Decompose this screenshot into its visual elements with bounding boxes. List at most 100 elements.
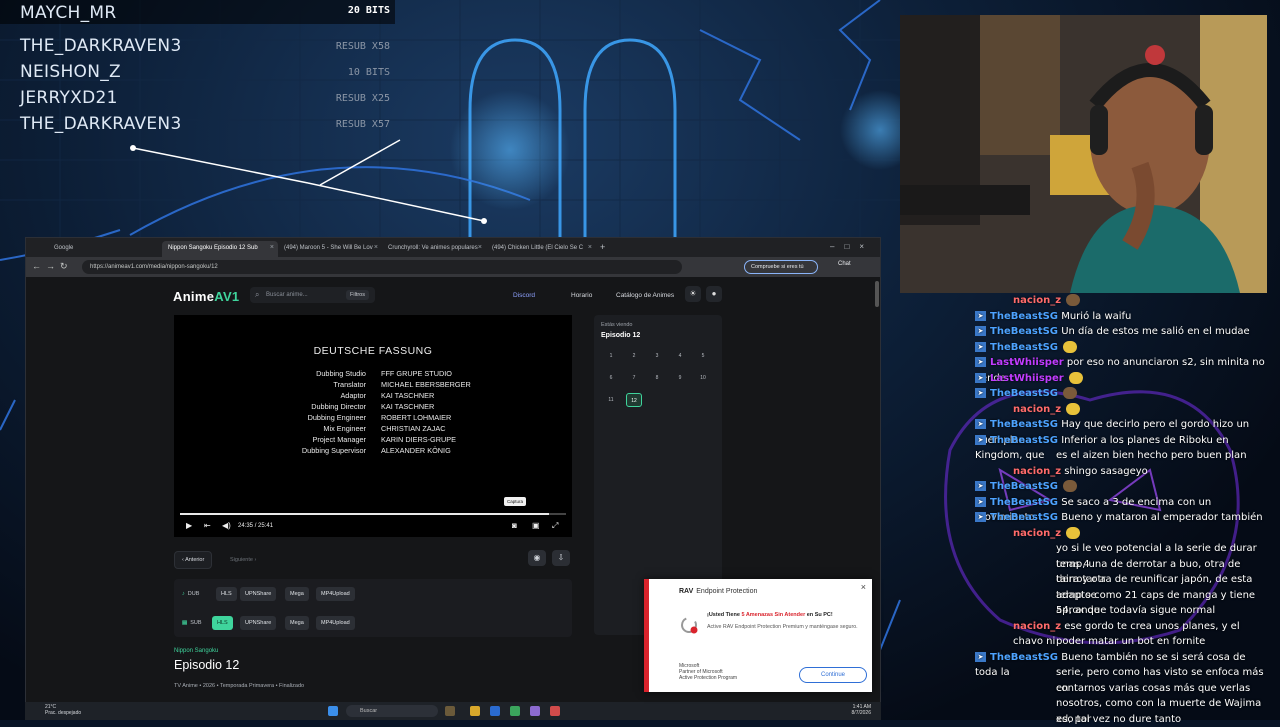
site-logo[interactable]: AnimeAV1 (173, 289, 239, 304)
close-icon[interactable]: × (374, 244, 378, 251)
new-tab-button[interactable]: + (598, 241, 612, 257)
server-button[interactable]: MP4Upload (316, 587, 355, 601)
episode-item-11[interactable]: 11 (603, 393, 619, 407)
sub-badge-icon: ➤ (975, 311, 986, 321)
sub-badge-icon: ➤ (975, 435, 986, 445)
search-input[interactable]: ⌕Buscar anime...Filtros (250, 287, 375, 303)
server-button[interactable]: Mega (285, 616, 309, 630)
chat-username[interactable]: TheBeastSG (990, 435, 1058, 446)
app-icon[interactable] (550, 706, 560, 716)
progress-bar[interactable] (180, 513, 566, 515)
camera-icon[interactable]: ◙ (512, 521, 517, 530)
volume-icon[interactable]: ◀) (222, 521, 231, 530)
eye-icon[interactable]: ◉ (528, 550, 546, 566)
chat-username[interactable]: TheBeastSG (990, 419, 1058, 430)
time-readout: 24:35 / 25:41 (238, 523, 273, 529)
tab-google[interactable]: Google (48, 241, 162, 257)
back-icon[interactable]: ← (32, 261, 41, 271)
nav-discord[interactable]: Discord (513, 292, 535, 299)
series-name[interactable]: Nippon Sangoku (174, 648, 218, 654)
episode-item-3[interactable]: 3 (649, 349, 665, 363)
chrome-icon[interactable] (510, 706, 520, 716)
weather-widget[interactable]: 21°CPrac. despejado (45, 704, 81, 716)
continue-button[interactable]: Continue (799, 667, 867, 683)
tab-crunchyroll[interactable]: Crunchyroll: Ve animes populares× (382, 241, 486, 257)
episode-item-7[interactable]: 7 (626, 371, 642, 385)
chat-username[interactable]: LastWhiisper (990, 357, 1064, 368)
credit-role: Dubbing Engineer (308, 413, 366, 422)
chat-button[interactable]: Chat (838, 261, 851, 267)
theme-toggle-icon[interactable]: ☀ (685, 286, 701, 302)
server-button[interactable]: UPNShare (240, 587, 276, 601)
app-icon[interactable] (530, 706, 540, 716)
popup-title-alert: 5 Amenazas Sin Atender (741, 612, 805, 618)
server-button[interactable]: HLS (216, 587, 237, 601)
skip-icon[interactable]: ⇤ (204, 521, 211, 530)
credit-role: Translator (333, 380, 366, 389)
nav-catalogo[interactable]: Catálogo de Animes (616, 292, 674, 299)
chat-username[interactable]: TheBeastSG (990, 326, 1058, 337)
pip-icon[interactable]: ▣ (532, 521, 540, 530)
server-button[interactable]: MP4Upload (316, 616, 355, 630)
chat-username[interactable]: TheBeastSG (990, 481, 1058, 492)
server-button[interactable]: UPNShare (240, 616, 276, 630)
video-player[interactable]: DEUTSCHE FASSUNG Dubbing StudioFFF GRUPE… (174, 315, 572, 537)
chat-username[interactable]: TheBeastSG (990, 388, 1058, 399)
taskbar-search[interactable]: Buscar (346, 705, 438, 717)
fullscreen-icon[interactable]: ⤢ (552, 521, 558, 531)
alert-row: THE_DARKRAVEN3RESUB X57 (0, 114, 395, 138)
chat-username[interactable]: TheBeastSG (990, 652, 1058, 663)
server-button-active[interactable]: HLS (212, 616, 233, 630)
url-input[interactable]: https://animeav1.com/media/nippon-sangok… (82, 260, 682, 274)
tab-nippon-sangoku[interactable]: Nippon Sangoku Episodio 12 Sub× (162, 241, 278, 257)
chat-username[interactable]: nacion_z (1013, 528, 1061, 539)
close-icon[interactable]: × (270, 244, 274, 251)
play-icon[interactable]: ▶ (186, 521, 192, 530)
chat-username[interactable]: nacion_z (1013, 621, 1061, 632)
episode-item-9[interactable]: 9 (672, 371, 688, 385)
next-episode-button[interactable]: Siguiente › (226, 551, 260, 569)
filters-button[interactable]: Filtros (346, 290, 369, 300)
server-button[interactable]: Mega (285, 587, 309, 601)
episode-item-4[interactable]: 4 (672, 349, 688, 363)
prev-episode-button[interactable]: ‹ Anterior (174, 551, 212, 569)
close-icon[interactable]: × (478, 244, 482, 251)
chat-username[interactable]: nacion_z (1013, 404, 1061, 415)
window-controls[interactable]: –□× (830, 242, 874, 251)
chat-username[interactable]: TheBeastSG (990, 512, 1058, 523)
episode-item-12[interactable]: 12 (626, 393, 642, 407)
episode-item-1[interactable]: 1 (603, 349, 619, 363)
chat-username[interactable]: TheBeastSG (990, 311, 1058, 322)
reload-icon[interactable]: ↻ (60, 261, 68, 272)
chat-username[interactable]: nacion_z (1013, 466, 1061, 477)
chat-username[interactable]: TheBeastSG (990, 497, 1058, 508)
time-separator: / (255, 523, 257, 529)
clock[interactable]: 1:41 AM8/7/2026 (852, 704, 871, 716)
download-icon[interactable]: ⇩ (552, 550, 570, 566)
scrollbar[interactable] (875, 281, 879, 307)
episode-item-2[interactable]: 2 (626, 349, 642, 363)
file-explorer-icon[interactable] (470, 706, 480, 716)
user-icon[interactable]: ● (706, 286, 722, 302)
chat-message: ➤TheBeastSG Un día de estos me salió en … (975, 324, 1270, 340)
tab-chicken-little[interactable]: (494) Chicken Little (El Cielo Se C× (486, 241, 596, 257)
episode-item-5[interactable]: 5 (695, 349, 711, 363)
episode-item-6[interactable]: 6 (603, 371, 619, 385)
close-icon[interactable]: × (861, 582, 866, 592)
task-view-icon[interactable] (445, 706, 455, 716)
episode-item-10[interactable]: 10 (695, 371, 711, 385)
chat-username[interactable]: TheBeastSG (990, 342, 1058, 353)
windows-start-icon[interactable] (328, 706, 338, 716)
forward-icon[interactable]: → (46, 261, 55, 271)
episode-item-8[interactable]: 8 (649, 371, 665, 385)
credit-name: KARIN DIERS-GRUPE (381, 435, 456, 444)
chat-username[interactable]: nacion_z (1013, 295, 1061, 306)
tab-maroon5[interactable]: (494) Maroon 5 - She Will Be Lov× (278, 241, 382, 257)
chat-username[interactable]: LastWhiisper (990, 373, 1064, 384)
close-icon[interactable]: × (588, 244, 592, 251)
profile-check-button[interactable]: Compruebe si eres tú (744, 260, 818, 274)
antivirus-popup: RAVEndpoint Protection × ¡Usted Tiene 5 … (644, 579, 872, 692)
edge-icon[interactable] (490, 706, 500, 716)
nav-horario[interactable]: Horario (571, 292, 592, 299)
sub-label-text: SUB (190, 620, 201, 626)
